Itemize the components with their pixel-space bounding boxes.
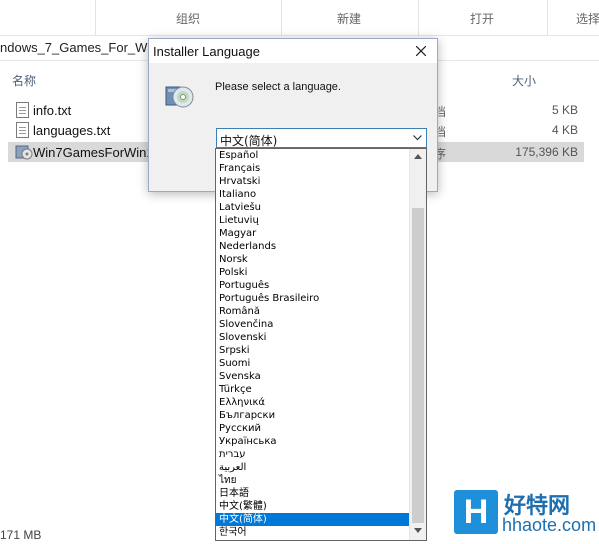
ribbon-group-open[interactable]: 打开 <box>418 0 546 36</box>
text-file-icon <box>16 122 29 138</box>
ribbon-label-open: 打开 <box>470 12 495 26</box>
language-option[interactable]: Svenska <box>216 370 409 383</box>
language-option[interactable]: Suomi <box>216 357 409 370</box>
column-header-size[interactable]: 大小 <box>512 72 536 89</box>
language-option[interactable]: 한국어 <box>216 526 409 539</box>
address-path: ndows_7_Games_For_Win <box>0 40 158 55</box>
file-name: info.txt <box>33 103 72 118</box>
installer-cd-icon <box>165 86 194 108</box>
file-name: Win7GamesForWin1 <box>33 145 154 160</box>
ribbon: 组织 新建 打开 选择 <box>0 0 599 36</box>
language-option[interactable]: Magyar <box>216 227 409 240</box>
scrollbar[interactable] <box>409 149 426 540</box>
language-option[interactable]: עברית <box>216 448 409 461</box>
logo-letter: H <box>463 493 489 531</box>
language-option[interactable]: Norsk <box>216 253 409 266</box>
scroll-up-button[interactable] <box>410 149 426 166</box>
chevron-down-icon <box>414 528 422 533</box>
file-size: 175,396 KB <box>515 145 578 159</box>
language-option[interactable]: Română <box>216 305 409 318</box>
watermark-logo: H 好特网 hhaote.com <box>452 488 596 538</box>
text-file-icon <box>16 102 29 118</box>
language-dropdown-list[interactable]: Español Français Hrvatski Italiano Latviešu L… <box>215 148 427 541</box>
language-options: Español Français Hrvatski Italiano Latviešu L… <box>216 149 409 539</box>
ribbon-group-new[interactable]: 新建 <box>281 0 417 36</box>
language-combobox[interactable]: 中文(简体) <box>216 128 427 148</box>
chevron-up-icon <box>414 154 422 159</box>
status-text: 171 MB <box>0 528 42 542</box>
language-option[interactable]: Français <box>216 162 409 175</box>
close-button[interactable] <box>407 40 435 62</box>
ribbon-group-organize[interactable]: 组织 <box>95 0 280 36</box>
language-option[interactable]: Latviešu <box>216 201 409 214</box>
language-option[interactable]: 日本語 <box>216 487 409 500</box>
language-option[interactable]: Italiano <box>216 188 409 201</box>
dialog-titlebar[interactable]: Installer Language <box>149 39 437 63</box>
language-option[interactable]: Slovenski <box>216 331 409 344</box>
language-option[interactable]: Português Brasileiro <box>216 292 409 305</box>
scroll-thumb[interactable] <box>412 208 424 523</box>
language-option[interactable]: Nederlands <box>216 240 409 253</box>
file-name: languages.txt <box>33 123 111 138</box>
language-option[interactable]: 中文(简体) <box>216 513 409 526</box>
ribbon-group-select[interactable]: 选择 <box>547 0 599 36</box>
dialog-title: Installer Language <box>153 44 260 59</box>
file-size: 5 KB <box>551 103 578 117</box>
dialog-prompt: Please select a language. <box>215 81 341 93</box>
close-icon <box>416 46 426 56</box>
language-option[interactable]: Türkçe <box>216 383 409 396</box>
installer-icon <box>15 145 33 160</box>
ribbon-label-select: 选择 <box>576 12 599 26</box>
chevron-down-icon[interactable] <box>413 135 422 141</box>
ribbon-label-new: 新建 <box>337 12 362 26</box>
language-option[interactable]: Lietuvių <box>216 214 409 227</box>
language-option[interactable]: ไทย <box>216 474 409 487</box>
language-option[interactable]: Slovenčina <box>216 318 409 331</box>
combobox-value: 中文(简体) <box>220 134 278 148</box>
language-option[interactable]: Русский <box>216 422 409 435</box>
language-option[interactable]: العربية <box>216 461 409 474</box>
language-option[interactable]: Español <box>216 149 409 162</box>
column-header-name[interactable]: 名称 <box>12 72 36 89</box>
language-option[interactable]: Srpski <box>216 344 409 357</box>
language-option[interactable]: Українська <box>216 435 409 448</box>
language-option[interactable]: Português <box>216 279 409 292</box>
language-option[interactable]: Български <box>216 409 409 422</box>
logo-badge: H <box>454 490 498 534</box>
ribbon-label-organize: 组织 <box>176 12 201 26</box>
language-option[interactable]: 中文(繁體) <box>216 500 409 513</box>
language-option[interactable]: Polski <box>216 266 409 279</box>
language-option[interactable]: Hrvatski <box>216 175 409 188</box>
language-option[interactable]: Ελληνικά <box>216 396 409 409</box>
logo-domain: hhaote.com <box>502 515 597 535</box>
scroll-down-button[interactable] <box>410 523 426 540</box>
file-size: 4 KB <box>551 123 578 137</box>
